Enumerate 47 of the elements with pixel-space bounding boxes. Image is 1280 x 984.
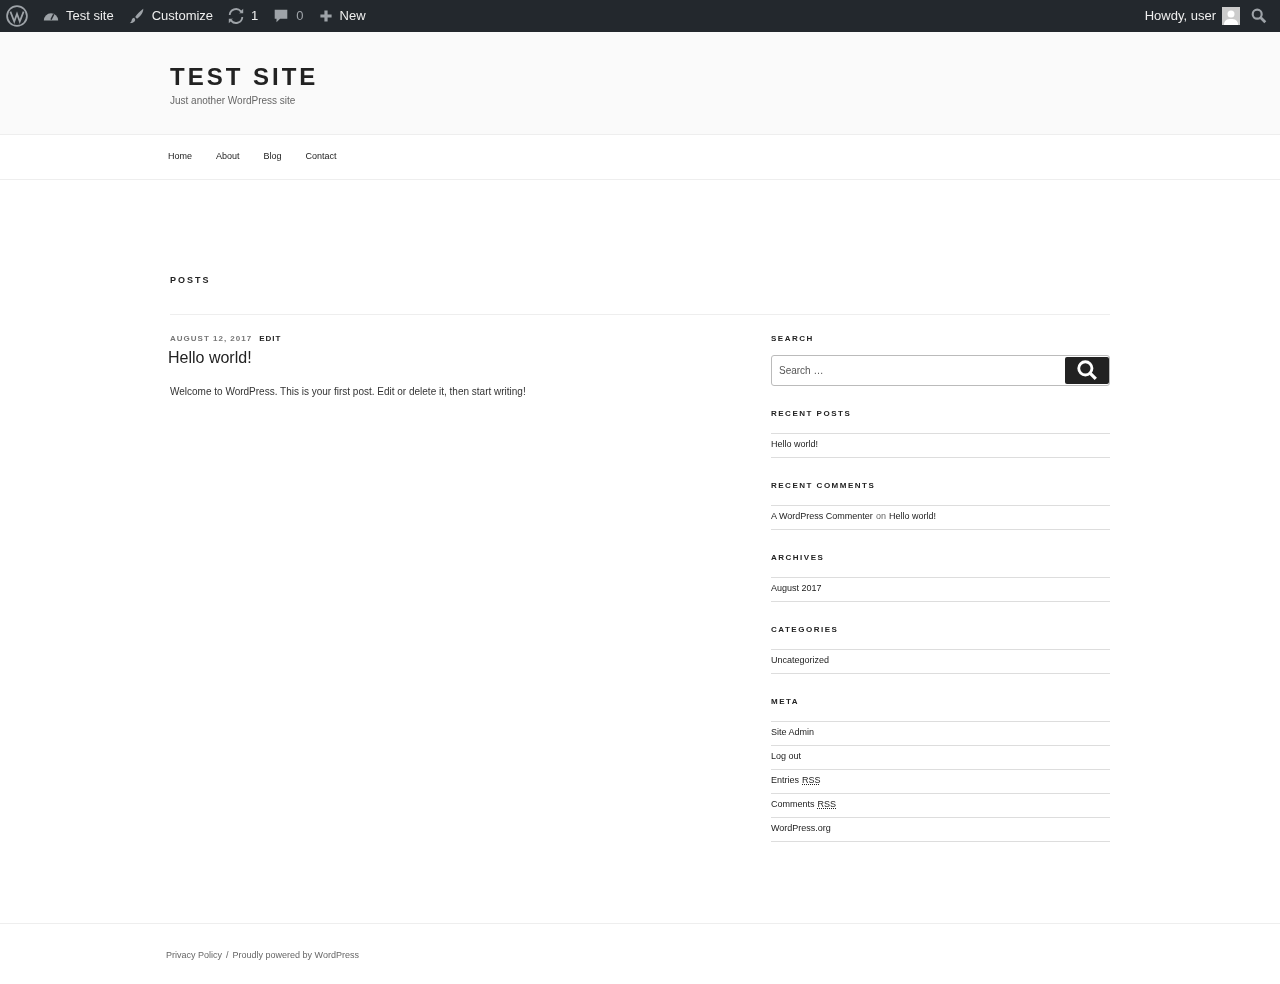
search-icon	[1076, 359, 1098, 381]
plus-icon[interactable]	[317, 8, 334, 24]
paintbrush-icon[interactable]	[127, 7, 146, 25]
widget-list-link[interactable]: WordPress.org	[771, 822, 831, 836]
widget-list-link[interactable]: August 2017	[771, 582, 822, 596]
updates-link[interactable]: 1	[227, 6, 259, 26]
widget-list-link[interactable]: Hello world!	[771, 438, 819, 452]
site-tagline: Just another WordPress site	[170, 94, 297, 108]
post-date-link[interactable]: AUGUST 12, 2017	[170, 332, 253, 345]
widget-title: CATEGORIES	[771, 623, 840, 636]
comment-author-link[interactable]: A WordPress Commenter	[771, 510, 873, 524]
site-menu-link[interactable]: Test site	[42, 6, 114, 26]
widget-list-link[interactable]: Entries	[771, 774, 799, 788]
comment-joiner-text: on	[875, 510, 886, 524]
account-menu-link[interactable]: Howdy, user	[1144, 6, 1240, 26]
post-excerpt: Welcome to WordPress. This is your first post. Edit or delete it, then start writing!	[170, 384, 527, 399]
new-content-link[interactable]: New	[317, 6, 366, 26]
customize-link[interactable]: Customize	[127, 6, 214, 26]
widget-title: SEARCH	[771, 332, 815, 345]
nav-link[interactable]: Home	[168, 150, 192, 164]
search-submit-button[interactable]	[1065, 356, 1109, 384]
nav-link[interactable]: About	[216, 150, 240, 164]
avatar-icon	[1222, 7, 1240, 25]
widget-list-link[interactable]: Comments	[771, 798, 815, 812]
powered-by-link[interactable]: Proudly powered by WordPress	[232, 949, 359, 963]
edit-link[interactable]: EDIT	[259, 332, 282, 345]
nav-link[interactable]: Blog	[263, 150, 282, 164]
footer-separator: /	[226, 949, 229, 962]
widget-list-link[interactable]: Uncategorized	[771, 654, 830, 668]
rss-abbreviation-link[interactable]: RSS	[802, 774, 821, 788]
widget-list-link[interactable]: Log out	[771, 750, 802, 764]
search-icon[interactable]	[1250, 7, 1268, 25]
widget-title: RECENT POSTS	[771, 407, 853, 420]
site-title[interactable]: TEST SITE	[170, 62, 1280, 92]
refresh-arrows-icon[interactable]	[227, 7, 246, 25]
widget-title: META	[771, 695, 801, 708]
widget-title: ARCHIVES	[771, 551, 826, 564]
widget-list-link[interactable]: Site Admin	[771, 726, 815, 740]
comment-post-link[interactable]: Hello world!	[888, 510, 936, 524]
wordpress-logo-icon[interactable]	[6, 5, 28, 27]
rss-abbreviation-link[interactable]: RSS	[817, 798, 837, 812]
page-title: POSTS	[170, 274, 212, 287]
nav-link[interactable]: Contact	[305, 150, 337, 164]
post-title-link[interactable]: Hello world!	[168, 345, 710, 370]
widget-title: RECENT COMMENTS	[771, 479, 877, 492]
comment-count-link[interactable]: 0	[272, 6, 304, 26]
privacy-policy-link[interactable]: Privacy Policy	[166, 949, 222, 963]
